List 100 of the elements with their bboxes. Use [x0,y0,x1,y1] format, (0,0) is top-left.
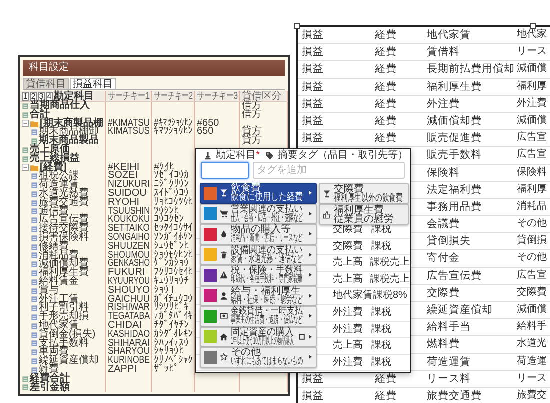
table-cell: 販売促進費 [427,132,482,144]
menu-item-subtitle: 1年以上使う10万円以上の物品購入 [231,336,294,346]
table-cell: 広告宣 [517,149,547,160]
submenu-item[interactable]: 福利厚生費 従業員の慰労 [319,204,409,225]
account-name[interactable]: 繰延資産償却 [39,357,99,366]
search-key: ﾘｮﾋｺｳﾂｳﾋ [154,198,193,208]
category-menu-item[interactable]: 税・保険・手数料 印紙代・各種手数料・専門家報酬 [200,265,317,286]
person-icon [220,292,228,300]
category-menu-item[interactable]: 固定資産の購入 1年以上使う10万円以上の物品購入 [200,326,317,347]
collapse-icon[interactable] [22,120,29,128]
menu-item-title: 飲食費 [231,184,261,194]
collapse-icon[interactable] [22,164,29,172]
sheet-icon [31,217,38,224]
balance-side: 貸方 [242,137,262,146]
search-key: CHIDAI [108,322,142,331]
search-key: KURINOBE [108,357,150,366]
level-button[interactable]: 4 [46,92,53,100]
search-key: NIZUKURI [108,181,150,190]
search-key: RISHIWAR [108,304,150,314]
column-header[interactable]: サーチキー1 [108,90,150,102]
search-key: SHOUYO [108,286,150,296]
sheet-icon [22,156,29,163]
table-cell: 経費 [375,390,397,402]
table-cell: 貸倒損 [517,235,547,246]
glass-icon [323,190,331,198]
glass-icon [220,189,228,198]
account-name[interactable]: 修繕費 [39,242,69,252]
account-name[interactable]: 地代家賃 [39,322,79,331]
table-cell: 損益 [302,29,324,41]
search-key: KIMATSUS [108,128,150,138]
tab[interactable]: 損益科目 [70,78,116,89]
column-header[interactable]: サーチキー3 [197,90,238,102]
tab[interactable]: 貸借科目 [23,78,69,89]
table-cell-text: 課税売上 [370,256,410,270]
account-name[interactable]: 差引金額 [30,384,70,392]
table-cell: リース [517,46,547,58]
table-cell: 給料手 [517,321,547,332]
account-name[interactable]: 旅費交通費 [39,198,89,208]
level-button[interactable]: 3 [38,92,45,100]
tag-icon [266,152,274,160]
window-title: 科目設定 [23,60,285,76]
table-cell: 減価償 [517,304,547,315]
search-key: #KIMATSU [108,120,150,128]
table-cell: 福利厚 [517,184,547,195]
column-header[interactable]: サーチキー2 [154,90,193,102]
category-menu-item[interactable]: 飲食費 飲食に使用した経費 [200,183,317,204]
thumbs-up-icon [323,210,331,218]
table-cell: 損益 [302,80,324,93]
account-name[interactable]: 外注工賃 [39,296,79,304]
account-name[interactable]: 賞与 [39,286,59,296]
star-icon [220,353,228,362]
table-cell: 減価償却費 [427,114,482,127]
table-cell: 広告宣 [517,132,547,144]
account-name[interactable]: 手形売却損 [39,313,89,322]
search-key: #KEIHI [108,164,140,172]
table-cell: 賃借料 [427,46,460,58]
table-cell: 経費 [375,29,397,41]
submenu-item[interactable]: 交際費 福利厚生以外の飲食費 [319,183,409,204]
table-cell: 旅費交 [517,390,547,401]
category-menu-item[interactable]: 金銭貸借・一時支払 事業主の生活費・返済・仮払など [200,306,317,326]
account-name[interactable]: 損害保険料 [39,234,89,243]
table-cell: 荷造運 [517,356,547,367]
account-name[interactable]: 接待交際費 [39,225,89,234]
account-name[interactable]: 売上総損益 [30,154,80,164]
table-cell: 損益 [302,114,324,127]
caret-icon [308,272,313,278]
category-menu-item[interactable]: 営業関連の支払い 仕入・会議・広告・外注・交際など [200,204,317,224]
category-menu-item[interactable]: その他 いずれにもあてはまらないもの [200,347,317,368]
account-name[interactable]: 消耗品費 [39,252,79,260]
account-name[interactable]: 経費合計 [30,374,70,384]
account-name[interactable]: 合計 [30,110,50,120]
table-cell: 広告宣 [517,270,547,281]
account-name[interactable]: 支払手数料 [39,340,89,348]
account-name[interactable]: 通信費 [39,208,69,216]
drop-icon [220,230,228,238]
category-menu-item[interactable]: 給与・福利厚生 給料・社保・医療・慰労など [200,286,317,306]
column-header[interactable]: 勘定科目 [54,90,94,102]
table-cell-text: 外注費 [333,356,364,370]
caret-icon [308,292,313,299]
tag-input[interactable]: タグを追加 [253,162,405,179]
table-cell: 交際費 [517,286,547,298]
table-cell: 保険料 [517,166,547,178]
level-button[interactable]: 2 [30,92,37,100]
menu-item-subtitle: 事業主の生活費・返済・仮払など [231,316,303,326]
account-name[interactable]: 雑費 [39,366,59,375]
account-name[interactable]: 売上原価 [30,146,70,155]
table-cell: 保険料 [427,166,460,178]
column-header[interactable]: 貸借区分 [242,90,282,102]
table-cell-text: 売上高 [333,338,364,354]
trash-icon [220,250,228,259]
category-menu-item[interactable]: 物品の購入等 消耗品・新聞・書籍・リースなど [200,224,317,244]
account-input[interactable] [201,162,249,179]
account-name[interactable]: 給料賃金 [39,278,79,287]
category-menu-item[interactable]: 設備関連の支払い 家賃・水道光熱・通信など [200,244,317,265]
table-cell: 水道光 [517,338,547,350]
table-cell: 経費 [375,63,397,76]
resize-handle[interactable] [530,23,536,29]
search-key: SHIHARAI [108,340,150,348]
resize-handle[interactable] [294,23,300,29]
level-button[interactable]: 1 [22,92,29,100]
